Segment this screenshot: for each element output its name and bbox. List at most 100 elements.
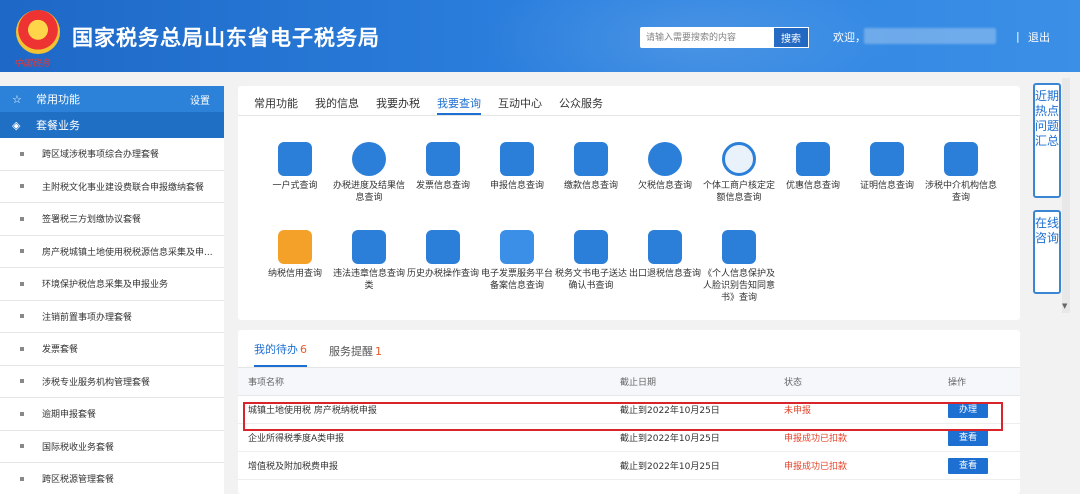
- query-function-label: 申报信息查询: [489, 181, 544, 191]
- bullet-icon: [20, 476, 24, 481]
- query-function-item[interactable]: 纳税信用查询: [258, 230, 332, 280]
- online-consult-float[interactable]: 在线咨询: [1033, 210, 1061, 294]
- query-function-item[interactable]: 缴款信息查询: [554, 142, 628, 192]
- panel-scrollbar[interactable]: [1062, 78, 1070, 313]
- main-tab[interactable]: 互动中心: [498, 86, 542, 115]
- sidebar-package-item[interactable]: 国际税收业务套餐: [0, 431, 224, 463]
- todo-tab-label: 服务提醒: [329, 345, 373, 358]
- row-action-cell: 查看: [948, 457, 1020, 474]
- hot-topics-float[interactable]: 近期热点问题汇总: [1033, 83, 1061, 198]
- query-function-item[interactable]: 历史办税操作查询: [406, 230, 480, 280]
- query-function-item[interactable]: 个体工商户核定定额信息查询: [702, 142, 776, 204]
- sidebar-package-item-label: 跨区域涉税事项综合办理套餐: [42, 150, 160, 161]
- query-function-label: 《个人信息保护及人脸识别告知同意书》查询: [702, 269, 775, 303]
- row-status: 申报成功已扣款: [784, 434, 848, 444]
- e-invoice-icon: [500, 230, 534, 264]
- bullet-icon: [20, 314, 24, 319]
- query-function-label: 个体工商户核定定额信息查询: [702, 181, 775, 203]
- sidebar-package-item-label: 房产税城镇土地使用税税源信息采集及申...: [42, 247, 213, 258]
- query-function-item[interactable]: 证明信息查询: [850, 142, 924, 192]
- query-function-item[interactable]: 发票信息查询: [406, 142, 480, 192]
- col-status-header: 状态: [784, 378, 803, 388]
- query-function-item[interactable]: 涉税中介机构信息查询: [924, 142, 998, 204]
- scroll-down-icon[interactable]: ▼: [1062, 302, 1067, 310]
- handle-button[interactable]: 办理: [948, 401, 988, 418]
- tab-my-todo[interactable]: 我的待办 6: [254, 341, 307, 367]
- row-deadline: 截止到2022年10月25日: [620, 462, 720, 472]
- main-tab[interactable]: 公众服务: [559, 86, 603, 115]
- logout-link[interactable]: 退出: [1028, 29, 1050, 45]
- row-deadline: 截止到2022年10月25日: [620, 434, 720, 444]
- sidebar-package-item-label: 注销前置事项办理套餐: [42, 312, 133, 323]
- todo-tab-count: 6: [300, 343, 307, 356]
- sidebar-package-item[interactable]: 发票套餐: [0, 333, 224, 366]
- query-function-label: 违法违章信息查询类: [332, 269, 405, 291]
- layers-icon: ◈: [12, 118, 21, 132]
- sidebar-package-header[interactable]: ◈ 套餐业务: [0, 112, 224, 138]
- search-input[interactable]: [640, 27, 773, 48]
- violation-icon: [352, 230, 386, 264]
- bullet-icon: [20, 379, 24, 384]
- sidebar-package-item-label: 国际税收业务套餐: [42, 442, 115, 453]
- sidebar-package-item-label: 涉税专业服务机构管理套餐: [42, 377, 151, 388]
- sidebar-settings-link[interactable]: 设置: [190, 92, 210, 107]
- bullet-icon: [20, 281, 24, 286]
- sidebar-package-item-label: 跨区税源管理套餐: [42, 475, 115, 486]
- sidebar-package-item[interactable]: 签署税三方划缴协议套餐: [0, 203, 224, 236]
- query-function-item[interactable]: 违法违章信息查询类: [332, 230, 406, 292]
- query-function-item[interactable]: 申报信息查询: [480, 142, 554, 192]
- view-button[interactable]: 查看: [948, 457, 988, 474]
- sidebar-package-item[interactable]: 涉税专业服务机构管理套餐: [0, 366, 224, 398]
- col-deadline-header: 截止日期: [620, 378, 657, 388]
- query-function-label: 一户式查询: [272, 181, 318, 191]
- monitor-icon: [278, 142, 312, 176]
- sidebar-package-item[interactable]: 房产税城镇土地使用税税源信息采集及申...: [0, 236, 224, 268]
- bullet-icon: [20, 184, 24, 189]
- sidebar-package-item[interactable]: 跨区域涉税事项综合办理套餐: [0, 138, 224, 171]
- sidebar-package-item[interactable]: 逾期申报套餐: [0, 398, 224, 431]
- query-function-label: 涉税中介机构信息查询: [924, 181, 997, 203]
- col-name-header: 事项名称: [248, 378, 285, 388]
- shop-icon: [722, 142, 756, 176]
- view-button[interactable]: 查看: [948, 429, 988, 446]
- user-name-blurred: [864, 28, 996, 44]
- bullet-icon: [20, 411, 24, 416]
- query-function-item[interactable]: 一户式查询: [258, 142, 332, 192]
- main-tab[interactable]: 常用功能: [254, 86, 298, 115]
- query-function-item[interactable]: 税务文书电子送达确认书查询: [554, 230, 628, 292]
- main-tab[interactable]: 我要查询: [437, 86, 481, 115]
- sidebar-common-functions[interactable]: ☆ 常用功能 设置: [0, 86, 224, 112]
- query-panel: 常用功能 我的信息 我要办税 我要查询 互动中心 公众服务 一户式查询 办税进度及结果信息查…: [238, 86, 1020, 320]
- todo-tabs: 我的待办 6 服务提醒 1: [238, 330, 1020, 368]
- sidebar-package-item[interactable]: 主附税文化事业建设费联合申报缴纳套餐: [0, 171, 224, 203]
- pie-chart-icon: [352, 142, 386, 176]
- yen-coin-icon: [648, 142, 682, 176]
- emblem-text: 中国税务: [14, 59, 51, 69]
- sidebar: ☆ 常用功能 设置 ◈ 套餐业务 跨区域涉税事项综合办理套餐主附税文化事业建设费…: [0, 86, 224, 494]
- welcome-text: 欢迎，: [833, 31, 866, 44]
- sidebar-package-item[interactable]: 跨区税源管理套餐: [0, 463, 224, 494]
- table-row: 城镇土地使用税 房产税纳税申报 截止到2022年10月25日 未申报 办理: [238, 396, 1020, 424]
- col-action-header: 操作: [948, 378, 967, 388]
- tax-emblem-icon: [16, 10, 60, 54]
- query-function-label: 优惠信息查询: [785, 181, 840, 191]
- query-function-item[interactable]: 电子发票服务平台备案信息查询: [480, 230, 554, 292]
- sidebar-package-item[interactable]: 环境保护税信息采集及申报业务: [0, 268, 224, 301]
- query-function-item[interactable]: 办税进度及结果信息查询: [332, 142, 406, 204]
- sidebar-package-label: 套餐业务: [36, 119, 80, 132]
- tab-service-reminder[interactable]: 服务提醒 1: [329, 343, 382, 367]
- search-button[interactable]: 搜索: [773, 27, 809, 48]
- query-function-label: 发票信息查询: [415, 181, 470, 191]
- query-function-label: 办税进度及结果信息查询: [332, 181, 405, 203]
- main-tab[interactable]: 我要办税: [376, 86, 420, 115]
- sidebar-package-item[interactable]: 注销前置事项办理套餐: [0, 301, 224, 333]
- table-row: 增值税及附加税费申报 截止到2022年10月25日 申报成功已扣款 查看: [238, 452, 1020, 480]
- sidebar-package-item-label: 发票套餐: [42, 345, 79, 356]
- main-tab[interactable]: 我的信息: [315, 86, 359, 115]
- todo-tab-count: 1: [375, 345, 382, 358]
- query-function-item[interactable]: 《个人信息保护及人脸识别告知同意书》查询: [702, 230, 776, 304]
- query-function-item[interactable]: 出口退税信息查询: [628, 230, 702, 280]
- query-function-item[interactable]: 欠税信息查询: [628, 142, 702, 192]
- certificate-icon: [870, 142, 904, 176]
- query-function-item[interactable]: 优惠信息查询: [776, 142, 850, 192]
